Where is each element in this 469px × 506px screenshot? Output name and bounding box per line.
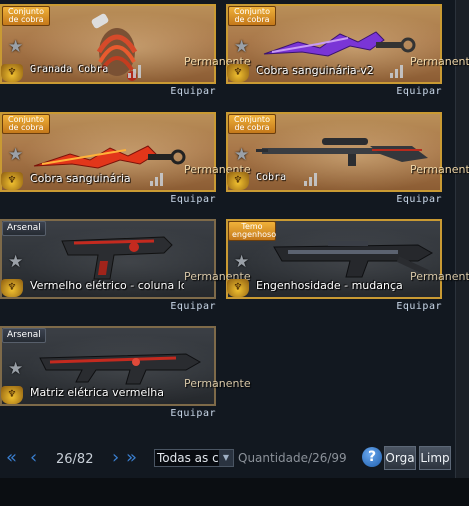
sniper-rifle-image: [256, 138, 428, 166]
filter-dropdown[interactable]: Todas as c ▼: [154, 449, 234, 467]
page-indicator: 26/82: [56, 452, 94, 467]
item-card[interactable]: Conjunto de cobra ★ ♆ Granada Cobra Perm…: [0, 4, 251, 108]
item-card[interactable]: Arsenal ★ ♆ Matriz elétrica vermelha Per…: [0, 326, 251, 430]
item-tag: Arsenal: [2, 221, 46, 236]
item-name: Engenhosidade - mudança: [256, 279, 403, 292]
dragon-emblem-icon: ♆: [1, 172, 23, 190]
chevron-down-icon[interactable]: ▼: [219, 450, 233, 466]
double-chevron-left-icon[interactable]: «: [6, 449, 17, 467]
organize-button[interactable]: Orga: [384, 446, 416, 470]
permanence-label: Permanente: [184, 163, 251, 176]
bottom-strip: [0, 478, 469, 506]
equip-button[interactable]: Equipar: [396, 301, 442, 312]
item-card[interactable]: Arsenal ★ ♆ Vermelho elétrico - coluna l…: [0, 219, 251, 323]
stat-bars-icon: [128, 64, 141, 78]
permanence-label: Permanente: [184, 377, 251, 390]
pistol-image: [61, 236, 173, 280]
equip-button[interactable]: Equipar: [170, 301, 216, 312]
quantity-text: Quantidade/: [238, 451, 313, 465]
item-name: Cobra sanguinária: [30, 172, 131, 185]
item-tag: Conjunto de cobra: [228, 114, 276, 134]
dragon-emblem-icon: ♆: [227, 172, 249, 190]
chevron-left-icon[interactable]: ‹: [30, 449, 37, 467]
item-name: Granada Cobra: [30, 64, 109, 75]
assault-rifle-image: [39, 353, 202, 385]
scrollbar[interactable]: [455, 0, 469, 478]
chevron-right-icon[interactable]: ›: [112, 449, 119, 467]
sword-image: [263, 31, 416, 57]
item-name: Cobra sanguinária-v2: [256, 64, 374, 77]
double-chevron-right-icon[interactable]: »: [126, 449, 137, 467]
star-icon[interactable]: ★: [234, 37, 249, 57]
sword-image: [33, 145, 186, 169]
stat-bars-icon: [390, 64, 403, 78]
help-icon[interactable]: ?: [362, 447, 382, 467]
dragon-emblem-icon: ♆: [1, 279, 23, 297]
dragon-emblem-icon: ♆: [227, 279, 249, 297]
filter-selected: Todas as c: [157, 451, 219, 465]
star-icon[interactable]: ★: [234, 145, 249, 165]
item-name: Matriz elétrica vermelha: [30, 386, 165, 399]
equip-button[interactable]: Equipar: [170, 86, 216, 97]
item-tag: Temo engenhoso: [228, 221, 276, 241]
permanence-label: Permanente: [410, 163, 469, 176]
quantity-label: Quantidade/26/99: [238, 451, 347, 465]
star-icon[interactable]: ★: [8, 37, 23, 57]
clear-button[interactable]: Limp: [419, 446, 451, 470]
equip-button[interactable]: Equipar: [170, 408, 216, 419]
star-icon[interactable]: ★: [8, 145, 23, 165]
item-card[interactable]: Conjunto de cobra ★ ♆ Cobra Permanente E…: [226, 112, 469, 216]
item-tag: Conjunto de cobra: [2, 6, 50, 26]
equip-button[interactable]: Equipar: [396, 194, 442, 205]
star-icon[interactable]: ★: [8, 359, 23, 379]
permanence-label: Permanente: [184, 55, 251, 68]
stat-bars-icon: [304, 172, 317, 186]
item-card[interactable]: Conjunto de cobra ★ ♆ Cobra sanguinária-…: [226, 4, 469, 108]
star-icon[interactable]: ★: [8, 252, 23, 272]
item-card[interactable]: Conjunto de cobra ★ ♆ Cobra sanguinária …: [0, 112, 251, 216]
item-tag: Conjunto de cobra: [2, 114, 50, 134]
dragon-emblem-icon: ♆: [1, 386, 23, 404]
dragon-emblem-icon: ♆: [227, 64, 249, 82]
item-name: Cobra: [256, 172, 287, 183]
item-tag: Conjunto de cobra: [228, 6, 276, 26]
item-card[interactable]: Temo engenhoso ★ ♆ Engenhosidade - mudan…: [226, 219, 469, 323]
permanence-label: Permanente: [410, 55, 469, 68]
equip-button[interactable]: Equipar: [170, 194, 216, 205]
item-tag: Arsenal: [2, 328, 46, 343]
bottom-toolbar: « ‹ 26/82 › » Todas as c ▼ Quantidade/26…: [0, 444, 455, 474]
quantity-value: 26/99: [312, 451, 347, 465]
permanence-label: Permanente: [410, 270, 469, 283]
star-icon[interactable]: ★: [234, 252, 249, 272]
equip-button[interactable]: Equipar: [396, 86, 442, 97]
stat-bars-icon: [150, 172, 163, 186]
permanence-label: Permanente: [184, 270, 251, 283]
dragon-emblem-icon: ♆: [1, 64, 23, 82]
item-name: Vermelho elétrico - coluna lo: [30, 279, 184, 292]
